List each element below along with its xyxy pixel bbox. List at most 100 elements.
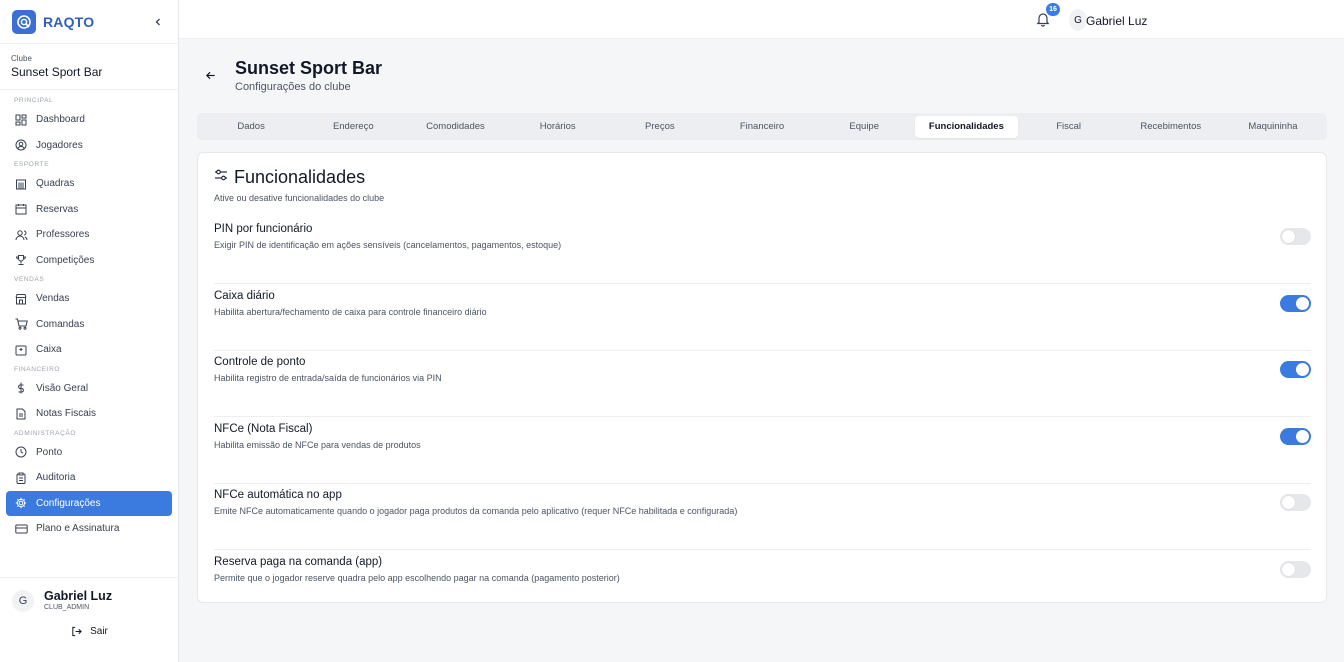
sidebar-item-label: Vendas — [36, 293, 70, 305]
sidebar-item-jogadores[interactable]: Jogadores — [0, 133, 172, 159]
nav-section-title: FINANCEIRO — [14, 365, 61, 373]
toggle-knob — [1282, 496, 1295, 510]
brand-name: RAQTO — [43, 13, 95, 30]
trophy-icon — [14, 253, 28, 267]
feature-row: Reserva paga na comanda (app) Permite que… — [214, 551, 1311, 617]
feature-title: Reserva paga na comanda (app) — [214, 556, 383, 568]
sidebar-item-label: Ponto — [36, 446, 63, 458]
card-description: Ative ou desative funcionalidades do clu… — [214, 193, 385, 203]
sidebar-item-ponto[interactable]: Ponto — [0, 440, 172, 466]
top-user-menu[interactable]: G Gabriel Luz — [1069, 9, 1147, 31]
tab-precos[interactable]: Preços — [609, 116, 711, 138]
tab-fiscal[interactable]: Fiscal — [1018, 116, 1120, 138]
sidebar-item-competicoes[interactable]: Competições — [0, 248, 172, 274]
brand-bar: RAQTO — [0, 0, 178, 44]
chevron-left-icon — [155, 18, 160, 25]
sidebar-item-label: Configurações — [36, 497, 101, 509]
feature-row: PIN por funcionário Exigir PIN de identif… — [214, 218, 1311, 284]
sidebar-item-comandas[interactable]: Comandas — [0, 312, 172, 338]
cash-register-icon — [14, 343, 28, 357]
toggle-knob — [1282, 230, 1295, 243]
tab-endereco[interactable]: Endereço — [302, 116, 404, 138]
user-name: Gabriel Luz — [44, 589, 113, 603]
sidebar-item-caixa[interactable]: Caixa — [0, 337, 172, 363]
tab-recebimentos[interactable]: Recebimentos — [1120, 116, 1222, 138]
nav-section-title: VENDAS — [14, 276, 45, 283]
nav-section-title: PRINCIPAL — [14, 97, 54, 104]
clock-icon — [14, 445, 28, 459]
tab-financeiro[interactable]: Financeiro — [711, 116, 813, 138]
tab-equipe[interactable]: Equipe — [813, 116, 915, 138]
toggle-knob — [1296, 296, 1309, 310]
users-icon — [14, 228, 28, 242]
nav-section-title: ADMINISTRAÇÃO — [14, 429, 76, 437]
sidebar-item-label: Competições — [36, 254, 95, 266]
user-circle-icon — [14, 138, 28, 152]
sidebar: RAQTO Clube Sunset Sport Bar PRINCIPAL Da… — [0, 0, 179, 662]
brand-logo-icon[interactable] — [12, 9, 36, 34]
tab-maquininha[interactable]: Maquininha — [1222, 116, 1324, 138]
collapse-sidebar-button[interactable] — [150, 14, 166, 30]
feature-row: NFCe automática no app Emite NFCe automat… — [214, 484, 1311, 551]
logout-icon — [71, 626, 82, 637]
feature-row: NFCe (Nota Fiscal) Habilita emissão de NF… — [214, 418, 1311, 484]
feature-toggle[interactable] — [1280, 361, 1311, 379]
dollar-icon — [14, 381, 28, 395]
tab-funcionalidades[interactable]: Funcionalidades — [915, 115, 1018, 138]
settings-tabs: Dados Endereço Comodidades Horários Preços Fi… — [197, 113, 1327, 140]
features-card: Funcionalidades Ative ou desative funcio… — [197, 152, 1327, 603]
sidebar-item-quadras[interactable]: Quadras — [0, 171, 172, 197]
sidebar-item-visao-geral[interactable]: Visão Geral — [0, 376, 172, 402]
dashboard-icon — [14, 113, 28, 127]
arrow-left-icon — [205, 71, 215, 79]
sidebar-item-vendas[interactable]: Vendas — [0, 286, 172, 312]
logout-button[interactable]: Sair — [0, 626, 179, 637]
cart-icon — [14, 317, 28, 331]
back-button[interactable] — [203, 68, 217, 82]
feature-description: Habilita abertura/fechamento de caixa pa… — [214, 306, 487, 317]
tab-comodidades[interactable]: Comodidades — [404, 116, 506, 138]
clipboard-icon — [14, 471, 28, 485]
sidebar-item-dashboard[interactable]: Dashboard — [0, 107, 172, 133]
sidebar-item-label: Quadras — [36, 178, 75, 190]
tab-dados[interactable]: Dados — [200, 116, 302, 138]
sidebar-item-label: Dashboard — [36, 114, 85, 126]
top-user-name: Gabriel Luz — [1086, 14, 1148, 28]
sidebar-item-auditoria[interactable]: Auditoria — [0, 465, 172, 491]
tab-horarios[interactable]: Horários — [507, 116, 609, 138]
feature-description: Habilita emissão de NFCe para vendas de … — [214, 439, 421, 450]
feature-toggle[interactable] — [1280, 561, 1311, 578]
user-role: CLUB_ADMIN — [44, 604, 90, 611]
sidebar-item-notas-fiscais[interactable]: Notas Fiscais — [0, 401, 172, 427]
gear-icon — [14, 496, 28, 510]
sidebar-item-configuracoes[interactable]: Configurações — [6, 490, 172, 516]
club-selector[interactable]: Clube Sunset Sport Bar — [0, 44, 178, 90]
sidebar-item-professores[interactable]: Professores — [0, 222, 172, 248]
logout-label: Sair — [90, 626, 108, 637]
sidebar-item-label: Notas Fiscais — [36, 408, 97, 420]
feature-toggle[interactable] — [1280, 228, 1311, 245]
feature-toggle[interactable] — [1280, 427, 1311, 445]
feature-description: Habilita registro de entrada/saída de fu… — [214, 373, 442, 384]
topbar — [179, 0, 1344, 39]
sidebar-item-label: Plano e Assinatura — [36, 523, 120, 535]
sidebar-item-label: Comandas — [36, 318, 85, 330]
calendar-icon — [14, 202, 28, 216]
notification-badge: 16 — [1046, 3, 1060, 16]
sidebar-item-plano-e-assinatura[interactable]: Plano e Assinatura — [0, 516, 172, 542]
feature-toggle[interactable] — [1280, 494, 1311, 512]
store-icon — [14, 292, 28, 306]
user-profile[interactable]: G Gabriel Luz CLUB_ADMIN — [0, 578, 179, 612]
feature-toggle[interactable] — [1280, 294, 1311, 312]
feature-description: Emite NFCe automaticamente quando o joga… — [214, 506, 738, 517]
sidebar-item-label: Reservas — [36, 203, 79, 215]
sidebar-item-label: Caixa — [36, 344, 62, 356]
club-name: Sunset Sport Bar — [11, 65, 103, 79]
feature-row: Controle de ponto Habilita registro de en… — [214, 351, 1311, 418]
card-title: Funcionalidades — [234, 167, 366, 187]
sidebar-item-label: Visão Geral — [36, 382, 89, 394]
toggle-knob — [1296, 429, 1309, 443]
sidebar-item-reservas[interactable]: Reservas — [0, 197, 172, 223]
credit-card-icon — [14, 522, 28, 536]
sidebar-item-label: Professores — [36, 229, 90, 241]
